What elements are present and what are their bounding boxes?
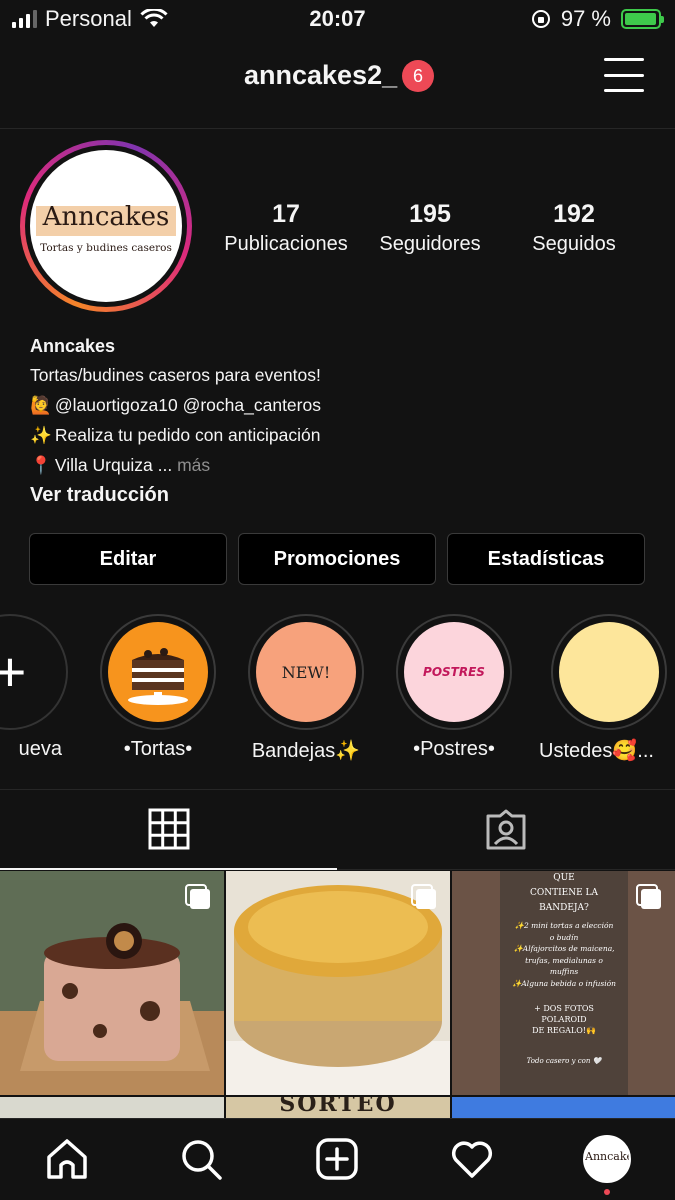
translate-link[interactable]: Ver traducción: [30, 484, 650, 507]
stat-posts-count: 17: [272, 200, 300, 228]
plus-square-icon: [316, 1138, 358, 1180]
tagged-person-icon: [486, 809, 526, 849]
bio-text: Tortas/budines caseros para eventos!: [30, 365, 321, 385]
stat-posts-label: Publicaciones: [224, 233, 348, 255]
bio-line: ✨ Realiza tu pedido con anticipación: [30, 420, 650, 450]
stat-followers[interactable]: 195 Seguidores: [366, 200, 494, 256]
highlight-label: Ustedes🥰...: [539, 740, 654, 762]
menu-button[interactable]: [604, 58, 644, 92]
postres-sticker-text: POSTRES: [423, 665, 485, 679]
promotions-button[interactable]: Promociones: [238, 533, 436, 585]
bio-mentions[interactable]: @lauortigoza10 @rocha_canteros: [55, 395, 321, 415]
flyer-line: ✨Alguna bebida o infusión: [512, 978, 616, 988]
grid-icon: [148, 808, 189, 850]
highlight-new[interactable]: + ueva: [0, 614, 68, 761]
bio-text: Realiza tu pedido con anticipación: [54, 425, 321, 445]
highlight-bandejas[interactable]: NEW! Bandejas✨: [248, 614, 364, 763]
new-sticker-text: NEW!: [281, 662, 331, 682]
profile-name: Anncakes: [30, 336, 116, 356]
nav-avatar-logo: Anncakes: [585, 1150, 629, 1163]
stat-posts[interactable]: 17 Publicaciones: [220, 200, 352, 256]
notification-badge[interactable]: 6: [402, 60, 434, 92]
post-thumbnail[interactable]: [452, 1097, 675, 1119]
highlight-postres[interactable]: POSTRES •Postres•: [396, 614, 512, 761]
plus-icon: +: [0, 640, 27, 703]
battery-icon: [621, 9, 664, 29]
profile-header: anncakes2_: [0, 46, 675, 112]
heart-icon: [451, 1141, 493, 1178]
post-thumbnail[interactable]: [226, 871, 450, 1095]
bio-line: 🙋 @lauortigoza10 @rocha_canteros: [30, 390, 650, 420]
post-thumbnail[interactable]: [0, 1097, 224, 1119]
sorteo-text: SORTEO: [279, 1097, 397, 1117]
sparkles-emoji-icon: ✨: [30, 425, 52, 445]
logo-title: Anncakes: [42, 202, 170, 232]
highlight-label: •Tortas•: [123, 738, 193, 760]
orientation-lock-icon: [531, 10, 550, 28]
flyer-line: + DOS FOTOS: [534, 1004, 594, 1013]
bio-line: 📍 Villa Urquiza ... más: [30, 450, 650, 480]
stat-following-count: 192: [553, 200, 595, 228]
stat-following[interactable]: 192 Seguidos: [518, 200, 630, 256]
flyer-line: DE REGALO!🙌: [532, 1026, 596, 1035]
post-thumbnail[interactable]: [0, 871, 224, 1095]
battery-info: 97 %: [531, 6, 664, 32]
multiple-photos-icon: [636, 884, 661, 909]
home-icon: [47, 1139, 87, 1179]
profile-username[interactable]: anncakes2_: [244, 60, 397, 91]
flyer-line: ✨2 mini tortas a elección: [514, 921, 614, 930]
profile-avatar[interactable]: Anncakes Tortas y budines caseros: [20, 140, 192, 312]
cake-icon: [128, 648, 188, 705]
flyer-line: CONTIENE LA: [529, 888, 599, 898]
tab-tagged[interactable]: [337, 790, 675, 870]
nav-activity[interactable]: [448, 1135, 496, 1183]
tab-grid[interactable]: [0, 790, 337, 870]
post-thumbnail[interactable]: QUE CONTIENE LA BANDEJA? ✨2 mini tortas …: [452, 871, 675, 1095]
bio-line: Tortas/budines caseros para eventos!: [30, 360, 650, 390]
logo-subtitle: Tortas y budines caseros: [40, 242, 172, 254]
post-thumbnail[interactable]: SORTEO: [226, 1097, 450, 1119]
search-icon: [182, 1140, 222, 1180]
highlight-tortas[interactable]: •Tortas•: [100, 614, 216, 761]
bio-location: Villa Urquiza ...: [54, 455, 178, 475]
profile-bio: Anncakes Tortas/budines caseros para eve…: [30, 336, 650, 507]
highlight-ustedes[interactable]: Ustedes🥰...: [539, 614, 675, 763]
edit-profile-button[interactable]: Editar: [29, 533, 227, 585]
stat-followers-count: 195: [409, 200, 451, 228]
highlight-label: ueva: [18, 738, 62, 760]
pin-emoji-icon: 📍: [30, 455, 52, 475]
nav-profile-avatar[interactable]: Anncakes: [583, 1135, 631, 1183]
flyer-line: QUE: [553, 873, 575, 883]
flyer-line: ✨Alfajorcitos de maicena,: [513, 944, 615, 953]
highlight-label: •Postres•: [413, 738, 495, 760]
battery-percent: 97 %: [560, 6, 611, 31]
flyer-line: POLAROID: [541, 1015, 587, 1024]
flyer-line: Todo casero y con 🤍: [526, 1057, 602, 1065]
stat-followers-label: Seguidores: [379, 233, 481, 255]
flyer-line: trufas, medialunas o: [525, 955, 603, 965]
nav-search[interactable]: [177, 1135, 225, 1183]
nav-new-post[interactable]: [313, 1135, 361, 1183]
flyer-line: BANDEJA?: [539, 903, 589, 913]
flyer-line: o budín: [549, 932, 579, 942]
status-bar: Personal 20:07 97 %: [0, 0, 675, 40]
nav-home[interactable]: [43, 1135, 91, 1183]
bottom-navigation: Anncakes: [0, 1118, 675, 1200]
multiple-photos-icon: [411, 884, 436, 909]
stat-following-label: Seguidos: [532, 233, 616, 255]
flyer-line: muffins: [549, 967, 579, 976]
raising-hand-emoji-icon: 🙋: [30, 395, 52, 415]
highlight-label: Bandejas✨: [251, 740, 361, 762]
insights-button[interactable]: Estadísticas: [447, 533, 645, 585]
profile-notification-dot: [604, 1189, 610, 1195]
bio-more-link[interactable]: más: [177, 455, 210, 475]
flyer-panel: QUE CONTIENE LA BANDEJA? ✨2 mini tortas …: [500, 871, 628, 1095]
header-divider: [0, 128, 675, 129]
multiple-photos-icon: [185, 884, 210, 909]
